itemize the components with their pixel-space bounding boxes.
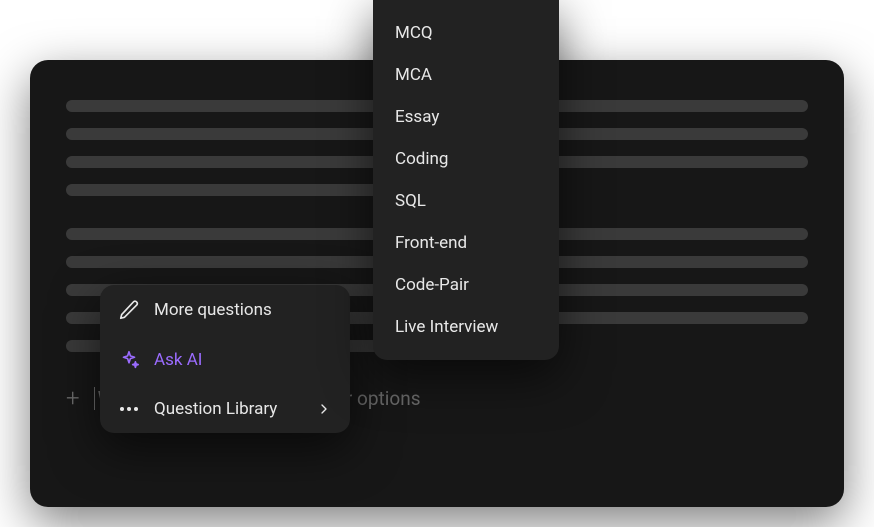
- popover-item-label: Question Library: [154, 399, 302, 419]
- popover-item-question-library[interactable]: Question Library: [100, 385, 350, 433]
- popover-item-label: More questions: [154, 300, 332, 320]
- pencil-icon: [118, 299, 140, 321]
- submenu-item-code-pair[interactable]: Code-Pair: [373, 264, 559, 306]
- submenu-item-live-interview[interactable]: Live Interview: [373, 306, 559, 348]
- plus-icon[interactable]: +: [66, 384, 80, 412]
- submenu-item-sql[interactable]: SQL: [373, 180, 559, 222]
- submenu-item-front-end[interactable]: Front-end: [373, 222, 559, 264]
- action-popover: More questions Ask AI Question Library: [100, 285, 350, 433]
- submenu-item-mca[interactable]: MCA: [373, 54, 559, 96]
- sparkles-icon: [118, 349, 140, 371]
- question-type-submenu: MCQ MCA Essay Coding SQL Front-end Code-…: [373, 0, 559, 360]
- popover-item-label: Ask AI: [154, 350, 332, 370]
- popover-item-more-questions[interactable]: More questions: [100, 285, 350, 335]
- dots-icon: [118, 407, 140, 411]
- submenu-item-coding[interactable]: Coding: [373, 138, 559, 180]
- submenu-item-essay[interactable]: Essay: [373, 96, 559, 138]
- popover-item-ask-ai[interactable]: Ask AI: [100, 335, 350, 385]
- submenu-item-mcq[interactable]: MCQ: [373, 12, 559, 54]
- chevron-right-icon: [316, 401, 332, 417]
